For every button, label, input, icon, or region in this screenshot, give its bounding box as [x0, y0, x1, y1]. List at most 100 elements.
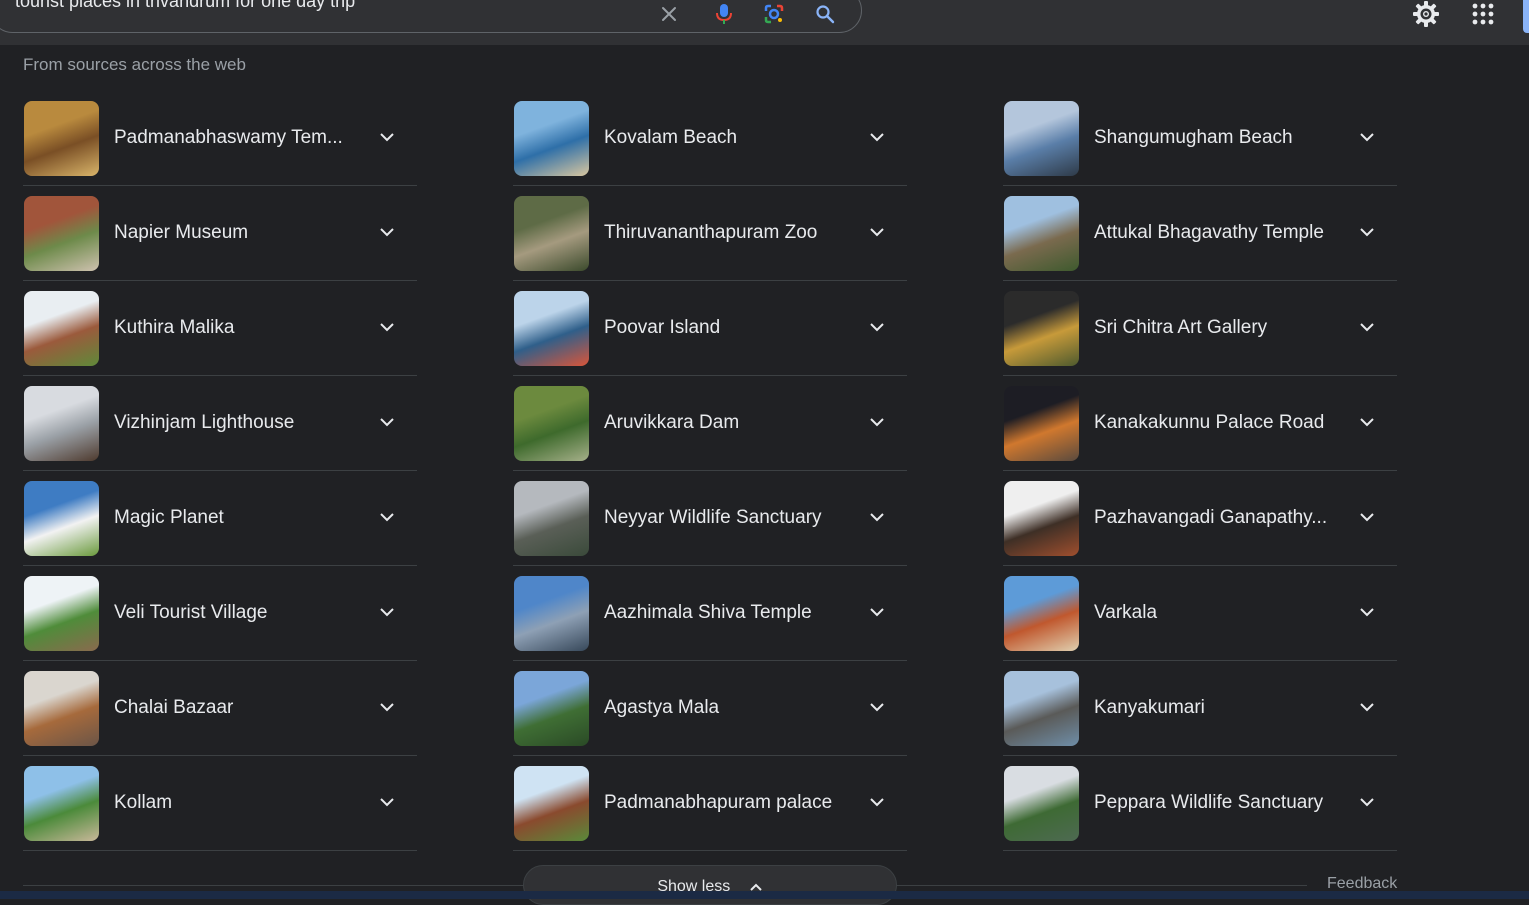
place-thumbnail [1004, 765, 1079, 841]
place-item[interactable]: Vizhinjam Lighthouse [23, 376, 417, 471]
place-item[interactable]: Varkala [1003, 566, 1397, 661]
chevron-down-icon[interactable] [1357, 697, 1377, 717]
place-thumbnail [514, 480, 589, 556]
places-column-1: Padmanabhaswamy Tem... Napier Museum Kuthi… [23, 91, 417, 851]
place-name: Pazhavangadi Ganapathy... [1094, 507, 1328, 528]
place-name: Kovalam Beach [604, 127, 738, 148]
place-thumbnail [24, 670, 99, 746]
place-item[interactable]: Chalai Bazaar [23, 661, 417, 756]
places-column-2: Kovalam Beach Thiruvananthapuram Zoo Poova… [513, 91, 907, 851]
chevron-down-icon[interactable] [867, 412, 887, 432]
chevron-down-icon[interactable] [867, 507, 887, 527]
microphone-icon[interactable] [710, 0, 738, 28]
place-thumbnail [1004, 195, 1079, 271]
place-thumbnail [1004, 290, 1079, 366]
chevron-down-icon[interactable] [1357, 412, 1377, 432]
place-name: Neyyar Wildlife Sanctuary [604, 507, 822, 528]
place-thumbnail [514, 385, 589, 461]
place-thumbnail [1004, 480, 1079, 556]
place-name: Kuthira Malika [114, 317, 235, 338]
search-input[interactable]: tourist places in trivandrum for one day… [15, 0, 355, 12]
place-name: Napier Museum [114, 222, 249, 243]
chevron-down-icon[interactable] [377, 792, 397, 812]
place-item[interactable]: Peppara Wildlife Sanctuary [1003, 756, 1397, 851]
place-item[interactable]: Attukal Bhagavathy Temple [1003, 186, 1397, 281]
place-item[interactable]: Magic Planet [23, 471, 417, 566]
place-thumbnail [514, 670, 589, 746]
place-item[interactable]: Kollam [23, 756, 417, 851]
place-item[interactable]: Agastya Mala [513, 661, 907, 756]
place-item[interactable]: Kuthira Malika [23, 281, 417, 376]
chevron-down-icon[interactable] [377, 507, 397, 527]
place-thumbnail [514, 100, 589, 176]
chevron-down-icon[interactable] [1357, 602, 1377, 622]
chevron-down-icon[interactable] [867, 222, 887, 242]
chevron-down-icon[interactable] [867, 792, 887, 812]
place-item[interactable]: Napier Museum [23, 186, 417, 281]
place-item[interactable]: Pazhavangadi Ganapathy... [1003, 471, 1397, 566]
chevron-down-icon[interactable] [377, 222, 397, 242]
place-item[interactable]: Neyyar Wildlife Sanctuary [513, 471, 907, 566]
place-name: Agastya Mala [604, 697, 720, 718]
gear-icon[interactable] [1410, 0, 1442, 28]
place-item[interactable]: Padmanabhapuram palace [513, 756, 907, 851]
place-thumbnail [514, 765, 589, 841]
place-thumbnail [514, 290, 589, 366]
chevron-down-icon[interactable] [1357, 317, 1377, 337]
place-item[interactable]: Kovalam Beach [513, 91, 907, 186]
search-icon[interactable] [811, 0, 839, 28]
chevron-down-icon[interactable] [1357, 507, 1377, 527]
place-name: Poovar Island [604, 317, 721, 338]
chevron-down-icon[interactable] [1357, 792, 1377, 812]
clear-icon[interactable] [655, 0, 683, 28]
chevron-down-icon[interactable] [867, 602, 887, 622]
place-item[interactable]: Kanakakunnu Palace Road [1003, 376, 1397, 471]
place-name: Kanyakumari [1094, 697, 1205, 718]
place-item[interactable]: Aruvikkara Dam [513, 376, 907, 471]
place-name: Padmanabhaswamy Tem... [114, 127, 343, 148]
lens-icon[interactable] [760, 0, 788, 28]
place-name: Sri Chitra Art Gallery [1094, 317, 1268, 338]
chevron-down-icon[interactable] [1357, 127, 1377, 147]
place-thumbnail [24, 385, 99, 461]
place-name: Aruvikkara Dam [604, 412, 740, 433]
chevron-down-icon[interactable] [377, 317, 397, 337]
place-name: Kanakakunnu Palace Road [1094, 412, 1325, 433]
place-name: Vizhinjam Lighthouse [114, 412, 295, 433]
place-thumbnail [1004, 670, 1079, 746]
place-thumbnail [1004, 100, 1079, 176]
place-item[interactable]: Kanyakumari [1003, 661, 1397, 756]
place-name: Varkala [1094, 602, 1158, 623]
apps-grid-icon[interactable] [1467, 0, 1499, 28]
place-item[interactable]: Padmanabhaswamy Tem... [23, 91, 417, 186]
place-name: Attukal Bhagavathy Temple [1094, 222, 1324, 243]
chevron-down-icon[interactable] [867, 317, 887, 337]
chevron-down-icon[interactable] [1357, 222, 1377, 242]
place-item[interactable]: Shangumugham Beach [1003, 91, 1397, 186]
place-name: Padmanabhapuram palace [604, 792, 833, 813]
places-column-3: Shangumugham Beach Attukal Bhagavathy Tem… [1003, 91, 1397, 851]
place-item[interactable]: Thiruvananthapuram Zoo [513, 186, 907, 281]
place-item[interactable]: Sri Chitra Art Gallery [1003, 281, 1397, 376]
account-edge[interactable] [1523, 0, 1529, 33]
chevron-down-icon[interactable] [377, 412, 397, 432]
chevron-down-icon[interactable] [377, 127, 397, 147]
place-item[interactable]: Poovar Island [513, 281, 907, 376]
place-name: Magic Planet [114, 507, 224, 528]
show-less-button[interactable]: Show less [523, 865, 897, 905]
place-item[interactable]: Veli Tourist Village [23, 566, 417, 661]
place-thumbnail [514, 575, 589, 651]
place-thumbnail [514, 195, 589, 271]
top-bar: tourist places in trivandrum for one day… [0, 0, 1529, 45]
place-item[interactable]: Aazhimala Shiva Temple [513, 566, 907, 661]
chevron-down-icon[interactable] [867, 127, 887, 147]
place-thumbnail [24, 100, 99, 176]
chevron-down-icon[interactable] [377, 697, 397, 717]
chevron-down-icon[interactable] [867, 697, 887, 717]
place-name: Thiruvananthapuram Zoo [604, 222, 818, 243]
place-name: Aazhimala Shiva Temple [604, 602, 812, 623]
chevron-down-icon[interactable] [377, 602, 397, 622]
place-thumbnail [24, 195, 99, 271]
place-thumbnail [24, 575, 99, 651]
place-name: Chalai Bazaar [114, 697, 234, 718]
